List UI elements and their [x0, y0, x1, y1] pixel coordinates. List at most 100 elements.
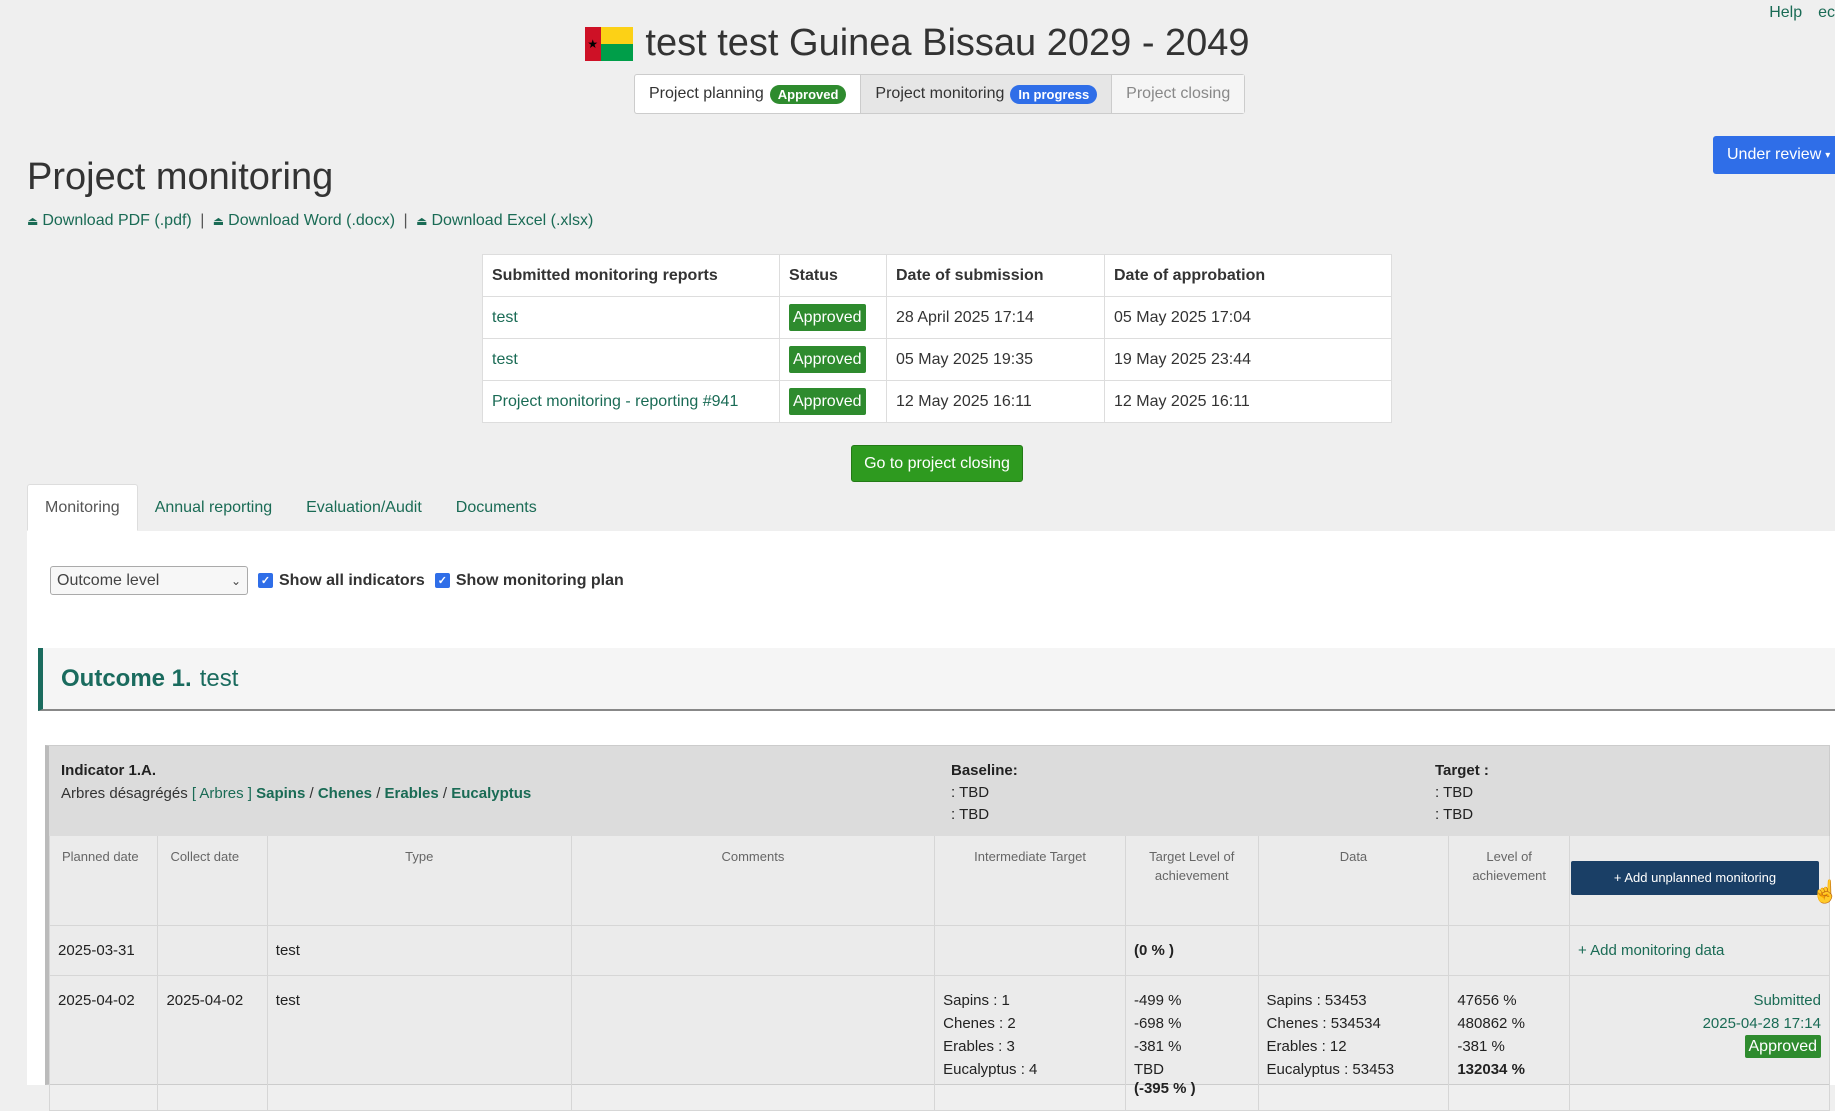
submitted-date-link[interactable]: 2025-04-28 17:14: [1703, 1015, 1821, 1032]
target-block: Target : : TBD : TBD: [1435, 760, 1489, 826]
filters: Outcome level ⌄ ✓ Show all indicators ✓ …: [50, 566, 624, 595]
user-link[interactable]: ec: [1818, 4, 1835, 21]
action-cell: + Add monitoring data: [1569, 925, 1830, 976]
outcome-header[interactable]: Outcome 1. test: [38, 648, 1835, 711]
tab-monitoring[interactable]: Monitoring: [27, 484, 138, 531]
data-value: Eucalyptus : 53453: [1266, 1061, 1395, 1078]
status-badge: Approved: [769, 84, 847, 104]
data-cell: [1257, 925, 1450, 976]
status-badge: In progress: [1010, 84, 1098, 104]
add-monitoring-data-link[interactable]: + Add monitoring data: [1578, 942, 1724, 959]
project-title-row: test test Guinea Bissau 2029 - 2049: [585, 22, 1250, 65]
column-header: Intermediate Target: [934, 836, 1126, 926]
intermediate-target-value: Eucalyptus : 4: [943, 1061, 1038, 1078]
step-project-monitoring[interactable]: Project monitoring In progress: [861, 75, 1113, 113]
column-header: Planned date: [48, 836, 159, 926]
project-title: test test Guinea Bissau 2029 - 2049: [645, 22, 1250, 64]
report-link[interactable]: test: [492, 351, 518, 368]
show-monitoring-plan-label: Show monitoring plan: [455, 571, 624, 589]
under-review-dropdown[interactable]: Under review ▾: [1713, 136, 1835, 174]
submission-date: 28 April 2025 17:14: [886, 296, 1105, 339]
target-level-total: (0 % ): [1133, 942, 1174, 959]
project-steps: Project planning Approved Project monito…: [634, 74, 1246, 114]
download-pdf-link[interactable]: Download PDF (.pdf): [42, 212, 191, 229]
tab-evaluation-audit[interactable]: Evaluation/Audit: [289, 484, 439, 531]
disaggregation-item[interactable]: Erables: [385, 785, 439, 802]
add-unplanned-label: + Add unplanned monitoring: [1613, 870, 1777, 885]
target-level-cell: -499 % -698 % -381 % TBD (-395 % ): [1124, 975, 1259, 1111]
indicator-card: Indicator 1.A. Arbres désagrégés [ Arbre…: [45, 745, 1835, 1111]
indicator-title: Indicator 1.A.: [61, 762, 157, 779]
target-label: Target :: [1435, 762, 1489, 779]
baseline-value: : TBD: [951, 806, 990, 823]
intermediate-target-value: Sapins : 1: [943, 992, 1010, 1009]
column-header: Collect date: [157, 836, 268, 926]
page-title: Project monitoring: [27, 156, 334, 198]
action-cell: Submitted 2025-04-28 17:14 Approved: [1569, 975, 1830, 1111]
column-header: Data: [1257, 836, 1450, 926]
table-header-row: Planned date Collect date Type Comments …: [48, 836, 1835, 926]
disaggregation-item[interactable]: Chenes: [318, 785, 372, 802]
column-header: Level of achievement: [1448, 836, 1570, 926]
download-icon: ⏏: [416, 214, 428, 228]
data-value: Sapins : 53453: [1266, 992, 1367, 1009]
separator: |: [403, 212, 408, 229]
report-link[interactable]: Project monitoring - reporting #941: [492, 393, 738, 410]
step-label: Project closing: [1126, 85, 1231, 102]
table-row: test Approved 05 May 2025 19:35 19 May 2…: [482, 338, 1392, 381]
target-level-value: -499 %: [1133, 992, 1182, 1009]
baseline-block: Baseline: : TBD : TBD: [951, 760, 1018, 826]
data-value: Chenes : 534534: [1266, 1015, 1381, 1032]
show-all-indicators-label: Show all indicators: [279, 571, 425, 589]
approbation-date: 12 May 2025 16:11: [1104, 380, 1392, 423]
indicator-group-link[interactable]: [ Arbres ]: [192, 785, 252, 802]
tab-annual-reporting[interactable]: Annual reporting: [138, 484, 289, 531]
column-header: Status: [779, 254, 887, 297]
step-project-planning[interactable]: Project planning Approved: [635, 75, 862, 113]
disaggregation-item[interactable]: Eucalyptus: [451, 785, 531, 802]
achievement-value: -381 %: [1457, 1038, 1505, 1055]
indicator-desc-text: Arbres désagrégés: [61, 785, 188, 802]
column-header: Date of submission: [886, 254, 1105, 297]
help-link[interactable]: Help: [1769, 4, 1802, 21]
type-cell: test: [266, 975, 572, 1111]
separator: /: [442, 785, 448, 802]
column-header: Comments: [570, 836, 936, 926]
submitted-link[interactable]: Submitted: [1753, 992, 1821, 1009]
achievement-total: 132034 %: [1457, 1061, 1525, 1078]
table-row: 2025-03-31 test (0 % ) + Add monitoring …: [48, 925, 1830, 976]
type-cell: test: [266, 925, 572, 976]
download-excel-link[interactable]: Download Excel (.xlsx): [431, 212, 593, 229]
column-header: Type: [266, 836, 572, 926]
target-value: : TBD: [1435, 806, 1474, 823]
step-project-closing[interactable]: Project closing: [1112, 75, 1245, 113]
baseline-label: Baseline:: [951, 762, 1018, 779]
caret-down-icon: ▾: [1825, 149, 1831, 161]
header-links: Help ec: [1753, 4, 1835, 22]
outcome-number: Outcome 1.: [61, 664, 192, 692]
table-header-row: Submitted monitoring reports Status Date…: [482, 254, 1392, 297]
report-link[interactable]: test: [492, 309, 518, 326]
column-header: Target Level of achievement: [1124, 836, 1259, 926]
tab-documents[interactable]: Documents: [439, 484, 554, 531]
submission-date: 05 May 2025 19:35: [886, 338, 1105, 381]
comments-cell: [570, 925, 936, 976]
approbation-date: 05 May 2025 17:04: [1104, 296, 1392, 339]
collect-date: [157, 925, 268, 976]
outcome-name: test: [199, 664, 239, 692]
planned-date: 2025-03-31: [48, 925, 159, 976]
level-select[interactable]: Outcome level ⌄: [50, 566, 248, 595]
data-cell: Sapins : 53453 Chenes : 534534 Erables :…: [1257, 975, 1450, 1111]
separator: /: [376, 785, 381, 802]
show-all-indicators-checkbox[interactable]: ✓: [258, 573, 273, 588]
target-level-value: -698 %: [1133, 1015, 1182, 1032]
show-monitoring-plan-checkbox[interactable]: ✓: [434, 573, 450, 588]
target-level-value: TBD: [1133, 1061, 1164, 1078]
review-label: Under review: [1727, 146, 1822, 163]
go-to-project-closing-button[interactable]: Go to project closing: [851, 445, 1023, 482]
add-unplanned-monitoring-button[interactable]: + Add unplanned monitoring ☝: [1571, 861, 1835, 904]
achievement-value: 47656 %: [1457, 992, 1517, 1009]
disaggregation-item[interactable]: Sapins: [256, 785, 305, 802]
planned-date: 2025-04-02: [48, 975, 159, 1111]
download-word-link[interactable]: Download Word (.docx): [228, 212, 395, 229]
